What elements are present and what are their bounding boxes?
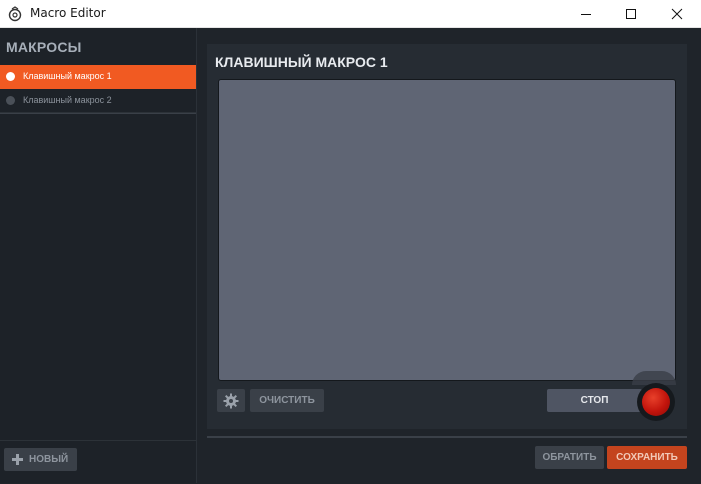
save-button[interactable]: СОХРАНИТЬ bbox=[607, 446, 687, 469]
stop-button-label: СТОП bbox=[580, 395, 609, 406]
app-icon bbox=[8, 6, 22, 22]
close-button[interactable] bbox=[654, 0, 700, 28]
minimize-icon bbox=[581, 14, 591, 15]
macro-editor-area[interactable] bbox=[218, 79, 676, 381]
macro-list: Клавишный макрос 1 Клавишный макрос 2 bbox=[0, 65, 196, 113]
macro-list-item[interactable]: Клавишный макрос 2 bbox=[0, 89, 196, 113]
clear-button[interactable]: ОЧИСТИТЬ bbox=[250, 389, 324, 412]
macro-label: Клавишный макрос 2 bbox=[23, 95, 112, 105]
settings-button[interactable] bbox=[217, 389, 245, 412]
gear-icon bbox=[223, 393, 239, 409]
clear-button-label: ОЧИСТИТЬ bbox=[259, 395, 315, 406]
title-bar: Macro Editor bbox=[0, 0, 701, 28]
panel-divider bbox=[207, 436, 687, 438]
save-button-label: СОХРАНИТЬ bbox=[616, 452, 678, 463]
list-divider bbox=[0, 113, 196, 114]
macro-label: Клавишный макрос 1 bbox=[23, 71, 112, 81]
sidebar: МАКРОСЫ Клавишный макрос 1 Клавишный мак… bbox=[0, 28, 197, 483]
macro-panel: КЛАВИШНЫЙ МАКРОС 1 ОЧИСТИТЬ СТОП bbox=[207, 44, 687, 429]
revert-button-label: ОБРАТИТЬ bbox=[542, 452, 597, 463]
maximize-icon bbox=[626, 9, 636, 19]
new-macro-button[interactable]: НОВЫЙ bbox=[4, 448, 77, 471]
window-title: Macro Editor bbox=[30, 6, 106, 20]
status-dot bbox=[6, 96, 15, 105]
stop-button[interactable]: СТОП bbox=[547, 389, 642, 412]
new-macro-label: НОВЫЙ bbox=[29, 454, 69, 465]
revert-button[interactable]: ОБРАТИТЬ bbox=[535, 446, 604, 469]
record-button[interactable] bbox=[637, 383, 675, 421]
sidebar-footer: НОВЫЙ bbox=[0, 440, 196, 484]
sidebar-header: МАКРОСЫ bbox=[6, 39, 82, 55]
macro-list-item[interactable]: Клавишный макрос 1 bbox=[0, 65, 196, 89]
status-dot bbox=[6, 72, 15, 81]
plus-icon bbox=[12, 454, 23, 465]
macro-title: КЛАВИШНЫЙ МАКРОС 1 bbox=[215, 54, 388, 70]
minimize-button[interactable] bbox=[563, 0, 609, 28]
close-icon bbox=[671, 8, 683, 20]
maximize-button[interactable] bbox=[608, 0, 654, 28]
